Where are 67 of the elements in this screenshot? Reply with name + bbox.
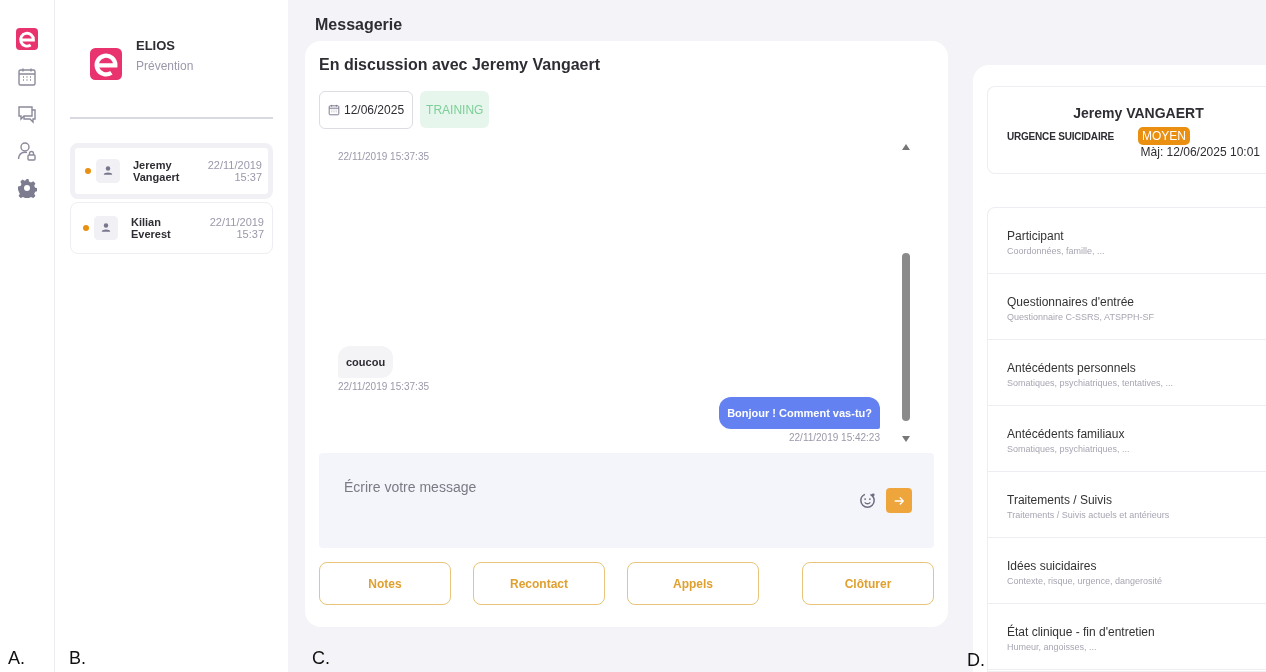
message-timestamp: 22/11/2019 15:42:23 <box>789 432 880 443</box>
chat-title: En discussion avec Jeremy Vangaert <box>319 56 602 74</box>
risk-level-badge: MOYEN <box>1137 127 1190 145</box>
section-subtitle: Somatiques, psychiatriques, tentatives, ... <box>1007 378 1175 388</box>
section-title: État clinique - fin d'entretien <box>1007 625 1156 639</box>
section-subtitle: Coordonnées, famille, ... <box>1007 246 1106 256</box>
send-button[interactable] <box>886 488 912 513</box>
sent-message: Bonjour ! Comment vas-tu? <box>719 397 880 429</box>
conversation-date: 22/11/2019 <box>207 159 262 171</box>
conversation-date: 22/11/2019 <box>209 216 264 228</box>
section-subtitle: Questionnaire C-SSRS, ATSPPH-SF <box>1007 312 1155 322</box>
contact-last-name: Vangaert <box>133 171 181 183</box>
contact-first-name: Jeremy <box>133 159 173 171</box>
calendar-icon <box>328 104 340 116</box>
section-item[interactable]: État clinique - fin d'entretien Humeur, angoisses, ... <box>988 604 1266 670</box>
section-subtitle: Contexte, risque, urgence, dangerosité <box>1007 576 1164 586</box>
message-timestamp: 22/11/2019 15:37:35 <box>338 151 430 162</box>
panel-label: B. <box>69 648 86 669</box>
date-text: 12/06/2025 <box>344 103 405 117</box>
settings-icon[interactable] <box>17 178 37 198</box>
section-item[interactable]: Traitements / Suivis Traitements / Suivis actuels et antérieurs <box>988 472 1266 538</box>
arrow-right-icon <box>893 494 905 507</box>
panel-label: C. <box>312 648 330 669</box>
user-lock-icon[interactable] <box>17 141 37 161</box>
section-item[interactable]: Participant Coordonnées, famille, ... <box>988 208 1266 274</box>
contact-last-name: Everest <box>131 228 172 240</box>
section-title: Idées suicidaires <box>1007 559 1098 573</box>
section-item[interactable]: Questionnaires d'entrée Questionnaire C-SSRS, ATSPPH-SF <box>988 274 1266 340</box>
date-chip[interactable]: 12/06/2025 <box>319 91 414 129</box>
brand-name: ELIOS <box>136 38 176 53</box>
section-title: Antécédents personnels <box>1007 361 1137 375</box>
logo-icon <box>90 48 122 80</box>
scroll-up-icon[interactable] <box>901 143 911 151</box>
scrollbar-thumb[interactable] <box>902 253 910 421</box>
conversation-time: 15:37 <box>234 171 262 183</box>
patient-name: Jeremy VANGAERT <box>1073 105 1204 121</box>
calendar-icon[interactable] <box>17 67 37 87</box>
page-title: Messagerie <box>315 16 404 34</box>
risk-label: URGENCE SUICIDAIRE <box>1007 130 1114 142</box>
contact-first-name: Kilian <box>131 216 162 228</box>
brand-subtitle: Prévention <box>136 59 194 73</box>
section-title: Questionnaires d'entrée <box>1007 295 1136 309</box>
section-item[interactable]: Antécédents familiaux Somatiques, psychiatriques, ... <box>988 406 1266 472</box>
conversation-time: 15:37 <box>236 228 264 240</box>
scroll-down-icon[interactable] <box>901 435 911 443</box>
conversation-item[interactable]: Kilian Everest 22/11/2019 15:37 <box>70 202 273 254</box>
received-message: coucou <box>338 346 394 378</box>
section-title: Antécédents familiaux <box>1007 427 1126 441</box>
logo-icon <box>16 28 38 50</box>
message-timestamp: 22/11/2019 15:37:35 <box>338 381 429 392</box>
panel-label: D. <box>967 650 985 671</box>
user-avatar-icon <box>94 216 118 240</box>
chat-icon[interactable] <box>17 104 37 124</box>
update-date: Màj: 12/06/2025 10:01 <box>1140 145 1260 159</box>
section-item[interactable]: Antécédents personnels Somatiques, psychiatriques, tentatives, ... <box>988 340 1266 406</box>
section-subtitle: Humeur, angoisses, ... <box>1007 642 1098 652</box>
section-subtitle: Traitements / Suivis actuels et antérieurs <box>1007 510 1171 520</box>
user-avatar-icon <box>96 159 120 183</box>
training-tag: TRAINING <box>420 91 490 128</box>
message-input[interactable]: Écrire votre message <box>344 479 858 495</box>
conversation-item[interactable]: Jeremy Vangaert 22/11/2019 15:37 <box>70 143 273 199</box>
emoji-icon[interactable] <box>858 491 877 510</box>
section-title: Participant <box>1007 229 1065 243</box>
section-subtitle: Somatiques, psychiatriques, ... <box>1007 444 1131 454</box>
section-item[interactable]: Idées suicidaires Contexte, risque, urgence, dangerosité <box>988 538 1266 604</box>
section-title: Traitements / Suivis <box>1007 493 1113 507</box>
panel-label: A. <box>8 648 25 669</box>
